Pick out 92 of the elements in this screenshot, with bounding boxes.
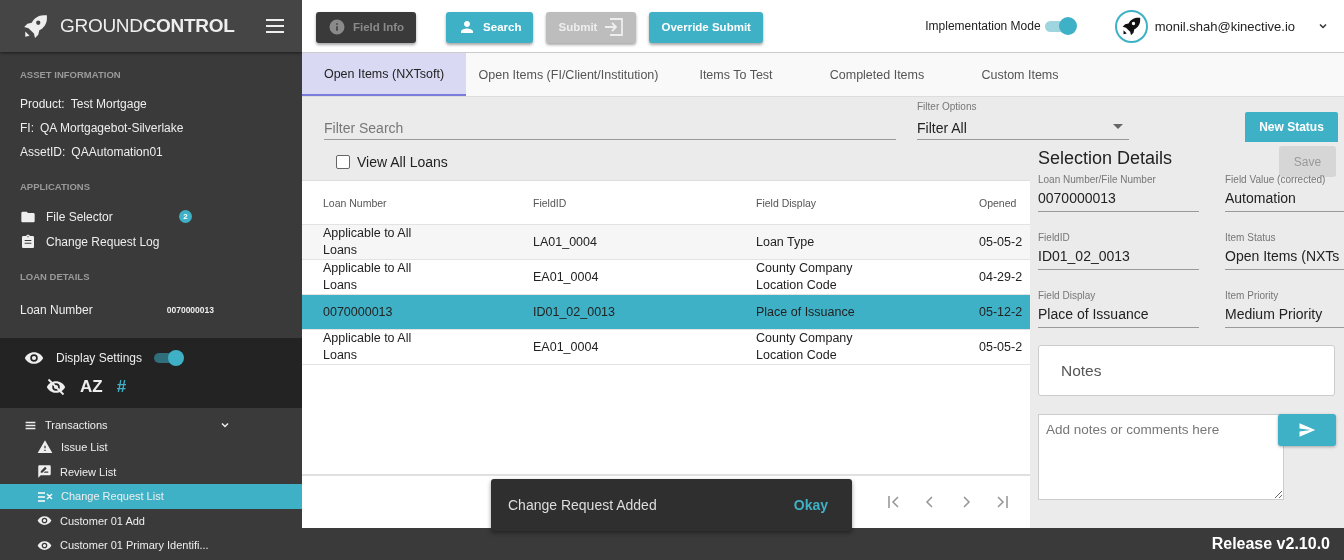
field-value: ID01_02_0013 <box>1038 243 1199 270</box>
table-cell-text: 05-12-2 <box>979 303 1024 321</box>
column-header[interactable]: FieldID <box>533 196 756 209</box>
tab[interactable]: Open Items (FI/Client/Institution) <box>466 53 671 96</box>
notes-heading: Notes <box>1038 345 1335 396</box>
filter-search-field[interactable]: Filter Search <box>324 117 896 140</box>
chevron-icon[interactable] <box>1318 21 1328 31</box>
table-cell-text: LA01_0004 <box>533 233 598 251</box>
toggle-switch[interactable] <box>1044 17 1077 35</box>
send-icon <box>1298 421 1316 439</box>
column-header[interactable]: Opened <box>979 196 1030 209</box>
field-value: QA Mortgagebot-Silverlake <box>40 121 184 135</box>
rocket-logo-icon <box>22 13 48 39</box>
checklist-icon <box>37 490 53 503</box>
release-version: Release v2.10.0 <box>1211 535 1330 553</box>
checkbox-label: View All Loans <box>357 153 448 170</box>
snackbar-message: Change Request Added <box>508 497 657 513</box>
last-page-icon[interactable] <box>994 494 1010 510</box>
field-label: Item Priority <box>1225 289 1280 301</box>
table-cell-text: Applicable to All Loans <box>323 330 413 364</box>
sidebar-link[interactable]: Change Request Log <box>46 234 160 249</box>
login-icon <box>604 18 625 36</box>
first-page-icon[interactable] <box>886 494 902 510</box>
review-icon <box>37 464 52 480</box>
field-label: FieldID <box>1038 231 1071 243</box>
field-value: Open Items (NXTs <box>1225 243 1344 270</box>
table-row[interactable]: 0070000013 ID01_02_0013 Place of Issuance 05-12-2 <box>302 295 1030 330</box>
tab[interactable]: Open Items (NXTsoft) <box>302 53 466 96</box>
hidden-eye-icon[interactable] <box>46 377 66 397</box>
table-cell-text: Loan Type <box>756 233 816 251</box>
section-heading: LOAN DETAILS <box>20 271 90 282</box>
app-logo: GROUNDCONTROL <box>60 15 236 37</box>
count-badge: 2 <box>179 210 192 223</box>
checkbox[interactable] <box>336 154 350 169</box>
implementation-mode-label: Implementation Mode <box>925 19 1041 33</box>
table-cell-text: 05-05-2 <box>979 338 1024 356</box>
table-cell-text: EA01_0004 <box>533 338 600 356</box>
table-cell-text: 0070000013 <box>323 303 394 321</box>
field-value: 0070000013 <box>166 305 214 315</box>
field-value: 0070000013 <box>1038 185 1199 212</box>
column-header[interactable]: Field Display <box>756 196 979 209</box>
chevron-icon[interactable] <box>220 420 230 430</box>
avatar[interactable] <box>1114 9 1148 43</box>
field-value: Test Mortgage <box>70 97 147 111</box>
field-label: Product: <box>20 97 65 111</box>
table-cell-text: Applicable to All Loans <box>323 260 413 294</box>
field-label: AssetID: <box>20 145 66 159</box>
sidebar-item[interactable]: Review List <box>0 459 302 484</box>
section-heading: ASSET INFORMATION <box>20 69 121 80</box>
toggle-switch[interactable] <box>154 351 185 365</box>
table-cell-text: County Company Location Code <box>756 260 854 294</box>
table-cell-text: Place of Issuance <box>756 303 856 321</box>
field-label: Loan Number/File Number <box>1038 173 1157 185</box>
field-label: Item Status <box>1225 231 1277 243</box>
display-settings-label: Display Settings <box>56 351 143 365</box>
panel-title: Selection Details <box>1038 148 1173 169</box>
field-label: Loan Number <box>20 303 93 317</box>
section-heading: APPLICATIONS <box>20 181 91 192</box>
table-cell-text: ID01_02_0013 <box>533 303 617 321</box>
field-value: QAAutomation01 <box>71 145 163 159</box>
sidebar-group[interactable]: Transactions <box>45 419 108 431</box>
table-cell-text: Applicable to All Loans <box>323 225 413 259</box>
warning-icon <box>37 439 53 456</box>
table-row[interactable]: Applicable to All Loans LA01_0004 Loan Type 05-05-2 <box>302 225 1030 260</box>
sidebar-item[interactable]: Customer 01 Primary Identifi... <box>0 533 302 558</box>
display-option[interactable]: AZ <box>80 377 103 397</box>
table-cell-text: 04-29-2 <box>979 268 1024 286</box>
info-icon <box>328 18 346 36</box>
field-value: Automation <box>1225 185 1344 212</box>
table-cell-text: 05-05-2 <box>979 233 1024 251</box>
display-option[interactable]: # <box>116 377 127 397</box>
rocket-icon <box>1121 16 1142 36</box>
user-email[interactable]: monil.shah@kinective.io <box>1154 18 1295 34</box>
sidebar-item[interactable]: Customer 01 Add <box>0 508 302 533</box>
table-row[interactable]: Applicable to All Loans EA01_0004 County Company Location Code 05-05-2 <box>302 330 1030 365</box>
dropdown-arrow-icon[interactable] <box>1113 124 1123 130</box>
field-label: FI: <box>20 121 34 135</box>
menu-icon[interactable] <box>266 19 284 33</box>
sidebar-link[interactable]: File Selector <box>46 209 113 224</box>
field-label: Field Display <box>1038 289 1097 301</box>
tab[interactable]: Custom Items <box>953 53 1087 96</box>
comment-field[interactable]: Add notes or comments here <box>1038 414 1284 500</box>
sidebar-item[interactable]: Issue List <box>0 435 302 460</box>
field-value: Medium Priority <box>1225 301 1344 328</box>
table-cell-text: EA01_0004 <box>533 268 600 286</box>
clipboard-icon <box>20 233 36 250</box>
column-header[interactable]: Loan Number <box>323 196 533 209</box>
tab[interactable]: Items To Test <box>671 53 801 96</box>
field-value: Place of Issuance <box>1038 301 1199 328</box>
table-cell-text: County Company Location Code <box>756 330 854 364</box>
tab[interactable]: Completed Items <box>801 53 953 96</box>
okay-button[interactable]: Okay <box>793 497 828 513</box>
